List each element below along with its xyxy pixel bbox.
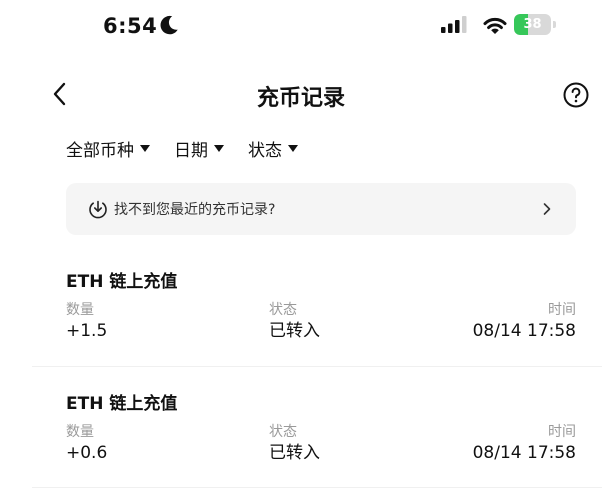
chevron-right-icon bbox=[543, 203, 551, 215]
deposit-record[interactable]: ETH 链上充值 数量 +1.5 状态 已转入 时间 08/14 17:58 bbox=[66, 267, 576, 342]
caret-down-icon bbox=[214, 145, 224, 152]
amount-label: 数量 bbox=[66, 424, 94, 440]
cellular-signal-icon bbox=[441, 16, 467, 33]
caret-down-icon bbox=[140, 145, 150, 152]
time-label: 时间 bbox=[548, 424, 576, 440]
deposit-record[interactable]: ETH 链上充值 数量 +0.6 状态 已转入 时间 08/14 17:58 bbox=[66, 389, 576, 464]
filter-date[interactable]: 日期 bbox=[174, 136, 224, 161]
battery-indicator: 38 bbox=[514, 14, 562, 36]
status-label: 状态 bbox=[269, 424, 297, 440]
amount-value: +0.6 bbox=[66, 443, 108, 463]
filter-currency[interactable]: 全部币种 bbox=[66, 136, 150, 161]
status-value: 已转入 bbox=[269, 321, 320, 341]
battery-percent: 38 bbox=[523, 17, 542, 32]
caret-down-icon bbox=[288, 145, 298, 152]
help-icon[interactable] bbox=[562, 81, 590, 109]
time-label: 时间 bbox=[548, 302, 576, 318]
wifi-icon bbox=[483, 17, 507, 34]
status-time: 6:54 bbox=[103, 14, 158, 38]
time-value: 08/14 17:58 bbox=[472, 443, 576, 463]
time-value: 08/14 17:58 bbox=[472, 321, 576, 341]
filter-bar: 全部币种 日期 状态 bbox=[66, 136, 298, 161]
filter-status-label: 状态 bbox=[248, 141, 282, 161]
filter-status[interactable]: 状态 bbox=[248, 136, 298, 161]
notice-text: 找不到您最近的充币记录? bbox=[114, 202, 276, 218]
filter-currency-label: 全部币种 bbox=[66, 141, 134, 161]
record-divider bbox=[32, 366, 602, 367]
page-title: 充币记录 bbox=[256, 86, 345, 111]
moon-icon bbox=[160, 15, 178, 35]
missing-record-notice[interactable]: 找不到您最近的充币记录? bbox=[66, 183, 576, 235]
status-label: 状态 bbox=[269, 302, 297, 318]
amount-label: 数量 bbox=[66, 302, 94, 318]
status-value: 已转入 bbox=[269, 443, 320, 463]
download-circle-icon bbox=[89, 200, 107, 219]
amount-value: +1.5 bbox=[66, 321, 108, 341]
record-title: ETH 链上充值 bbox=[66, 394, 178, 414]
filter-date-label: 日期 bbox=[174, 141, 208, 161]
record-divider bbox=[32, 487, 602, 488]
record-title: ETH 链上充值 bbox=[66, 272, 178, 292]
